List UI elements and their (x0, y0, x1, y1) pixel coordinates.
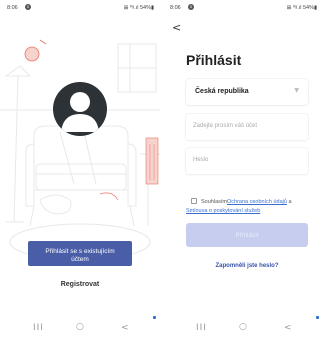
back-arrow-icon[interactable]: < (172, 22, 181, 33)
system-nav-bar: III ○ < (163, 318, 323, 340)
chevron-down-icon: ▼ (294, 87, 299, 94)
forgot-password-link[interactable]: Zapomněli jste heslo? (186, 263, 308, 269)
country-value: Česká republika (195, 88, 249, 95)
recent-apps-button[interactable]: III (33, 323, 44, 333)
recent-apps-button[interactable]: III (196, 323, 207, 333)
welcome-screen: 8:06 0 ⊞ ⁰ᵍ.ıl 54%▮ Přihlásit se s exist… (0, 0, 160, 340)
agree-prefix: Souhlasím (201, 199, 227, 205)
back-button[interactable]: < (121, 323, 129, 333)
agreement-row: SouhlasímOchrana osobních údajů a Smlouv… (186, 198, 310, 216)
notification-icon: 0 (25, 4, 31, 10)
page-title: Přihlásit (186, 52, 242, 68)
password-placeholder: Heslo (193, 157, 209, 163)
status-bar: 8:06 0 ⊞ ⁰ᵍ.ıl 54%▮ (163, 0, 323, 14)
privacy-policy-link[interactable]: Ochrana osobních údajů (227, 199, 287, 205)
keyboard-indicator-icon (316, 316, 319, 319)
login-button[interactable]: Přihlásit (186, 223, 308, 247)
status-time: 8:06 (7, 5, 18, 11)
country-select[interactable]: Česká republika ▼ (186, 79, 308, 105)
status-bar: 8:06 0 ⊞ ⁰ᵍ.ıl 54%▮ (0, 0, 160, 14)
home-button[interactable]: ○ (76, 322, 84, 332)
account-placeholder: Zadejte prosím váš účet (193, 123, 258, 129)
login-existing-account-button[interactable]: Přihlásit se s existujícím účtem (28, 241, 132, 266)
system-nav-bar: III ○ < (0, 318, 160, 340)
keyboard-indicator-icon (153, 316, 156, 319)
status-icons: ⊞ ⁰ᵍ.ıl 54%▮ (123, 5, 154, 11)
agree-and: a (286, 199, 292, 205)
avatar-icon (53, 82, 107, 136)
checkbox-icon[interactable] (191, 198, 197, 204)
account-input[interactable]: Zadejte prosím váš účet (186, 114, 308, 140)
home-button[interactable]: ○ (239, 322, 247, 332)
service-agreement-link[interactable]: Smlouva o poskytování služeb (186, 208, 260, 214)
status-icons: ⊞ ⁰ᵍ.ıl 54%▮ (286, 5, 317, 11)
status-time: 8:06 (170, 5, 181, 11)
room-line-art (0, 39, 160, 261)
login-screen: 8:06 0 ⊞ ⁰ᵍ.ıl 54%▮ < Přihlásit Česká re… (163, 0, 323, 340)
notification-icon: 0 (188, 4, 194, 10)
password-input[interactable]: Heslo (186, 148, 308, 174)
register-link[interactable]: Registrovat (0, 281, 160, 288)
back-button[interactable]: < (284, 323, 292, 333)
room-illustration: Přihlásit se s existujícím účtem Registr… (0, 14, 160, 314)
